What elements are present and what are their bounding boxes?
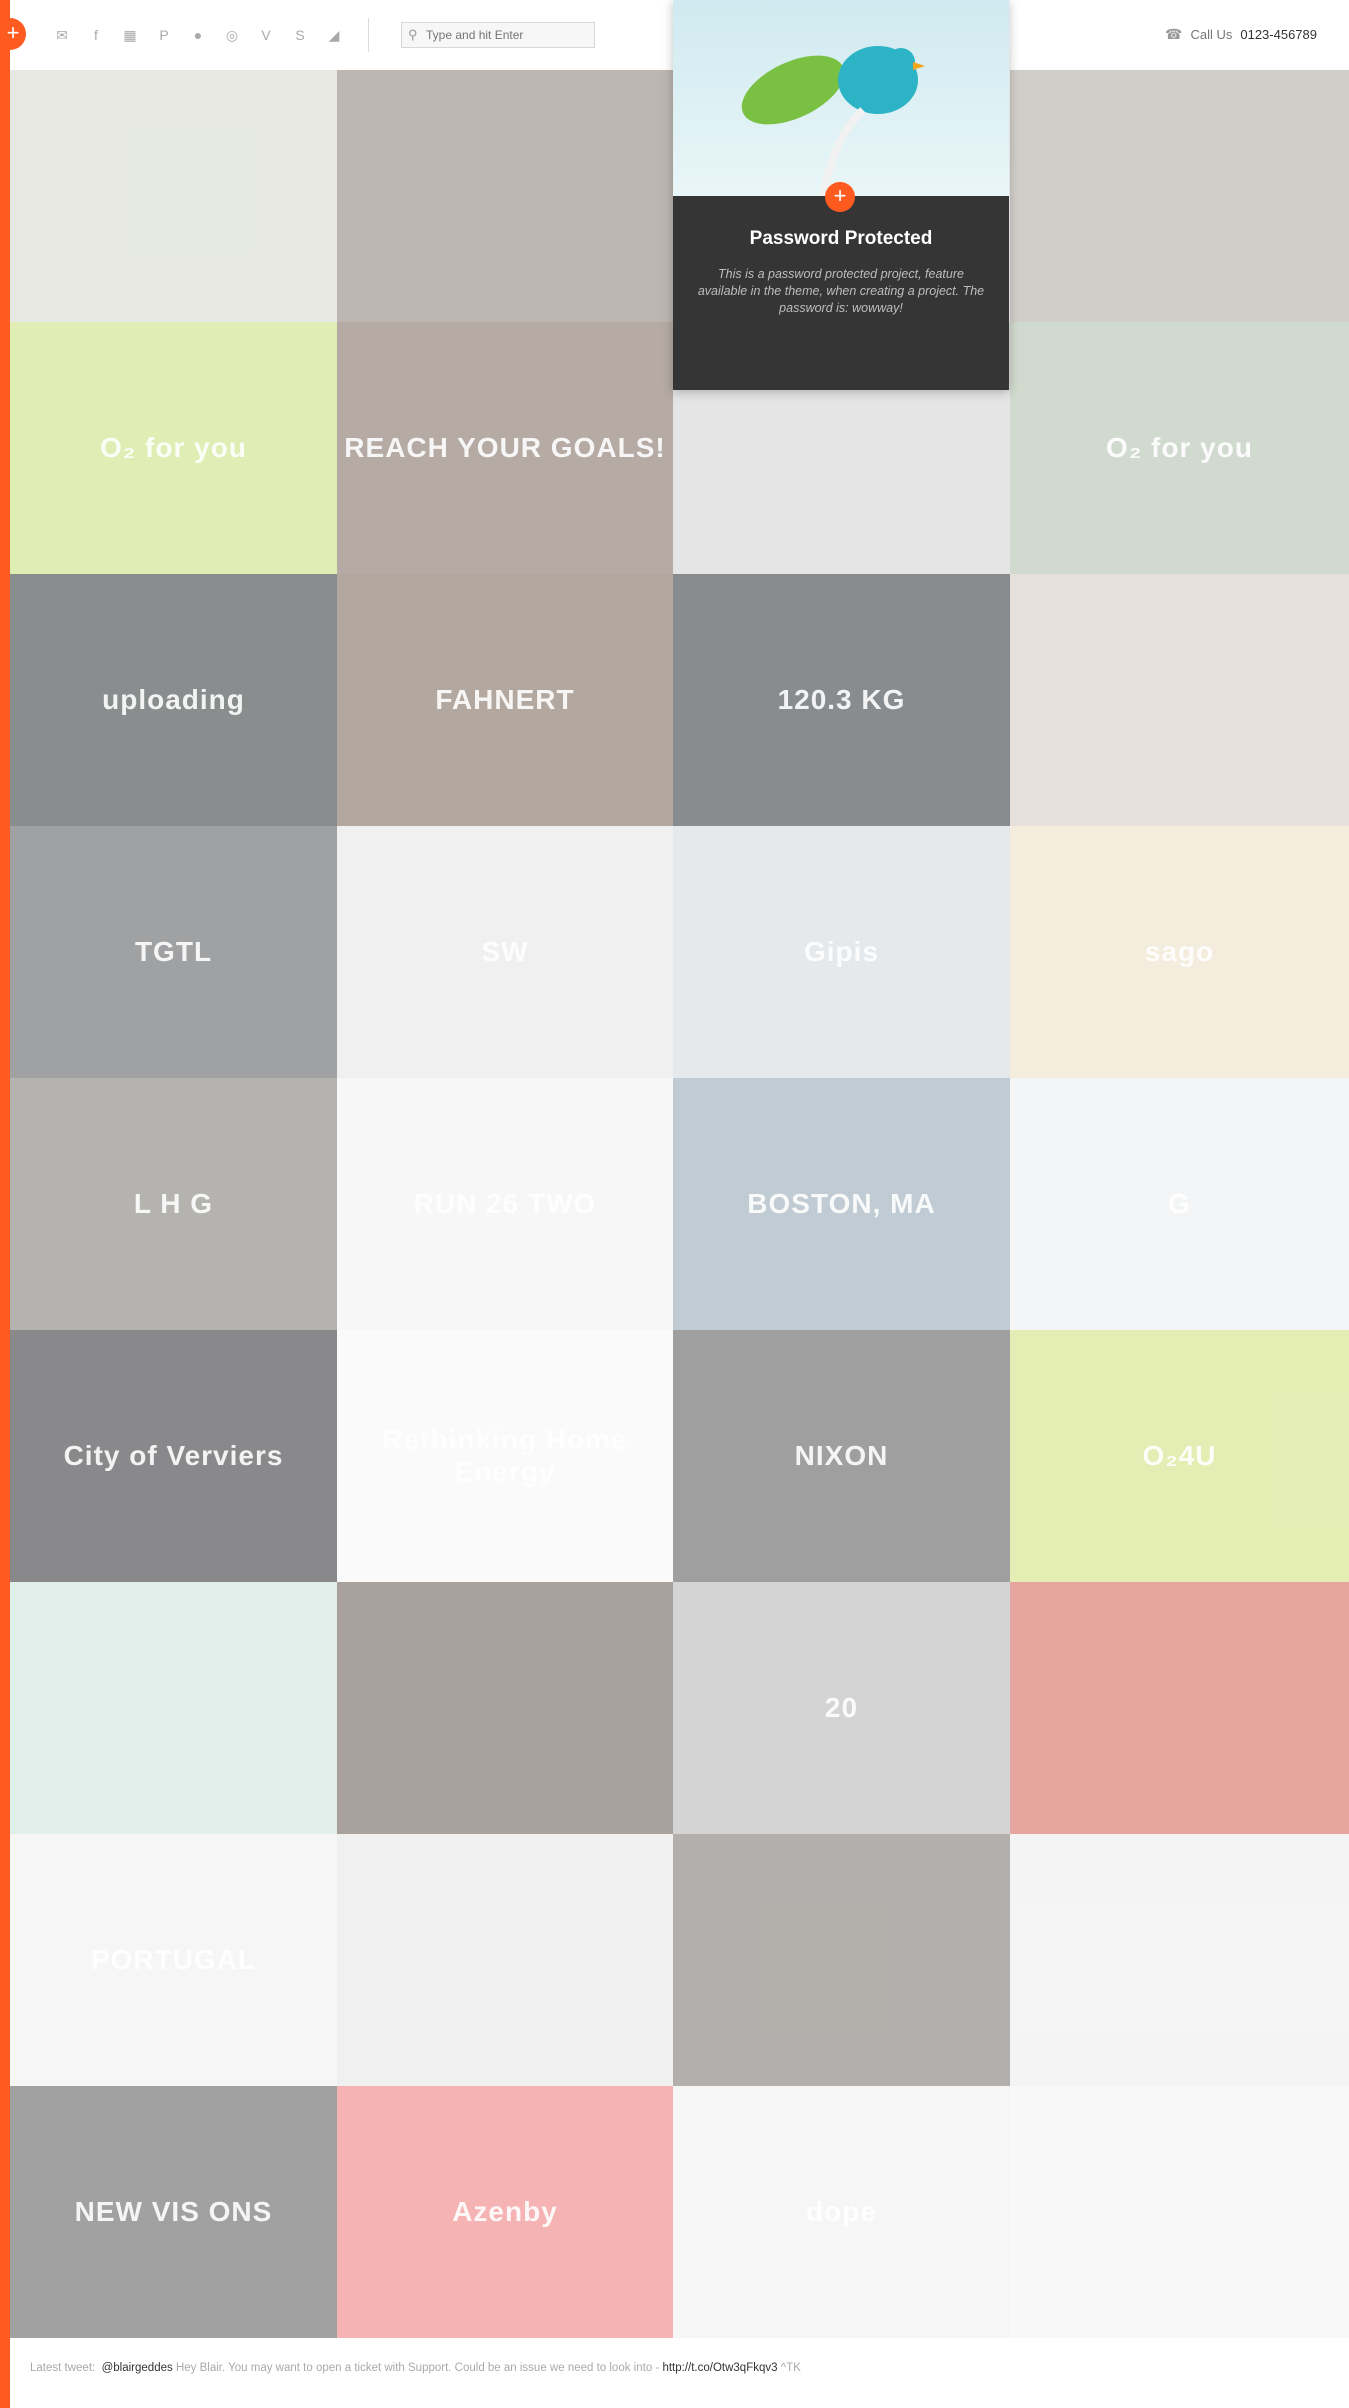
- tile-caption: O₂ for you: [100, 432, 247, 463]
- portfolio-tile[interactable]: RUN 26 TWO: [337, 1078, 673, 1330]
- tile-caption: TGTL: [134, 936, 213, 967]
- social-links: ✉ f ▦ P ● ◎ V S ◢: [50, 26, 346, 44]
- tweet-link[interactable]: http://t.co/Otw3qFkqv3: [662, 2362, 777, 2374]
- skype-icon[interactable]: S: [288, 26, 312, 44]
- tile-caption: City of Verviers: [63, 1440, 284, 1471]
- portfolio-tile[interactable]: REACH YOUR GOALS!: [337, 322, 673, 574]
- dribbble-icon[interactable]: ◎: [220, 26, 244, 44]
- portfolio-tile[interactable]: NIXON: [673, 1330, 1010, 1582]
- tile-caption: O₂4U: [1142, 1440, 1217, 1471]
- portfolio-tile[interactable]: [1010, 574, 1349, 826]
- calendar-icon[interactable]: ▦: [118, 26, 142, 44]
- tile-caption: L H G: [133, 1188, 214, 1219]
- portfolio-tile[interactable]: G: [1010, 1078, 1349, 1330]
- accent-bar: [0, 0, 10, 2408]
- tile-caption: PORTUGAL: [90, 1944, 257, 1975]
- tile-caption: dope: [806, 2196, 877, 2227]
- portfolio-tile[interactable]: SW: [337, 826, 673, 1078]
- phone-number[interactable]: 0123-456789: [1240, 27, 1317, 42]
- rss-icon[interactable]: ◢: [322, 26, 346, 44]
- bird-icon: [741, 46, 925, 197]
- portfolio-tile[interactable]: sago: [1010, 826, 1349, 1078]
- portfolio-tile[interactable]: [337, 1582, 673, 1834]
- portfolio-tile[interactable]: [337, 1834, 673, 2086]
- portfolio-tile[interactable]: [673, 1834, 1010, 2086]
- tile-caption: uploading: [102, 684, 245, 715]
- tile-caption: G: [1168, 1188, 1191, 1219]
- featured-project[interactable]: + Password Protected This is a password …: [673, 0, 1009, 390]
- tweet-handle[interactable]: @blairgeddes: [102, 2362, 173, 2374]
- facebook-icon[interactable]: f: [84, 26, 108, 44]
- search-input[interactable]: [424, 27, 588, 43]
- portfolio-tile[interactable]: dope: [673, 2086, 1010, 2338]
- portfolio-tile[interactable]: City of Verviers: [10, 1330, 337, 1582]
- tile-caption: REACH YOUR GOALS!: [344, 432, 666, 463]
- portfolio-tile[interactable]: [10, 1582, 337, 1834]
- portfolio-tile[interactable]: 120.3 KG: [673, 574, 1010, 826]
- project-info-panel: + Password Protected This is a password …: [673, 182, 1009, 390]
- tile-caption: FAHNERT: [435, 684, 575, 715]
- tweet-text: Hey Blair. You may want to open a ticket…: [175, 2362, 660, 2374]
- tile-caption: 120.3 KG: [777, 684, 906, 715]
- portfolio-tile[interactable]: [1010, 2086, 1349, 2338]
- tile-caption: SW: [481, 936, 529, 967]
- tile-caption: sago: [1144, 936, 1215, 967]
- header-divider: [368, 18, 369, 52]
- call-us: ☎ Call Us 0123-456789: [1165, 26, 1317, 43]
- phone-icon: ☎: [1165, 26, 1183, 42]
- portfolio-tile[interactable]: NEW VIS ONS: [10, 2086, 337, 2338]
- vimeo-icon[interactable]: V: [254, 26, 278, 44]
- tweet-suffix: ^TK: [780, 2362, 801, 2374]
- portfolio-tile[interactable]: TGTL: [10, 826, 337, 1078]
- tile-caption: O₂ for you: [1106, 432, 1253, 463]
- portfolio-tile[interactable]: O₂4U: [1010, 1330, 1349, 1582]
- portfolio-tile[interactable]: uploading: [10, 574, 337, 826]
- tile-caption: BOSTON, MA: [747, 1188, 936, 1219]
- portfolio-tile[interactable]: Gipis: [673, 826, 1010, 1078]
- tile-caption: NEW VIS ONS: [74, 2196, 273, 2227]
- tile-caption: Azenby: [452, 2196, 558, 2227]
- portfolio-tile[interactable]: L H G: [10, 1078, 337, 1330]
- portfolio-tile[interactable]: 20: [673, 1582, 1010, 1834]
- tile-caption: Rethinking Home Energy: [382, 1424, 628, 1487]
- project-description: This is a password protected project, fe…: [697, 267, 985, 315]
- twitter-icon[interactable]: ✉: [50, 26, 74, 44]
- portfolio-tile[interactable]: BOSTON, MA: [673, 1078, 1010, 1330]
- call-us-label: Call Us: [1190, 27, 1233, 42]
- portfolio-tile[interactable]: Rethinking Home Energy: [337, 1330, 673, 1582]
- search-box[interactable]: ⚲: [401, 22, 595, 48]
- pinterest-icon[interactable]: P: [152, 26, 176, 44]
- portfolio-tile[interactable]: O₂ for you: [1010, 322, 1349, 574]
- flickr-icon[interactable]: ●: [186, 26, 210, 44]
- tile-caption: Gipis: [803, 936, 879, 967]
- portfolio-tile[interactable]: PORTUGAL: [10, 1834, 337, 2086]
- bird-illustration: [673, 0, 1009, 197]
- tweet-label: Latest tweet:: [30, 2362, 96, 2374]
- tile-caption: RUN 26 TWO: [413, 1188, 597, 1219]
- tile-caption: 20: [824, 1692, 859, 1723]
- tile-caption: NIXON: [794, 1440, 889, 1471]
- open-project-button[interactable]: +: [825, 182, 855, 212]
- search-icon: ⚲: [408, 27, 418, 42]
- portfolio-tile[interactable]: FAHNERT: [337, 574, 673, 826]
- latest-tweet: Latest tweet: @blairgeddes Hey Blair. Yo…: [30, 2362, 801, 2374]
- portfolio-tile[interactable]: O₂ for you: [10, 322, 337, 574]
- portfolio-tile[interactable]: [1010, 1582, 1349, 1834]
- portfolio-tile[interactable]: [1010, 1834, 1349, 2086]
- portfolio-tile[interactable]: Azenby: [337, 2086, 673, 2338]
